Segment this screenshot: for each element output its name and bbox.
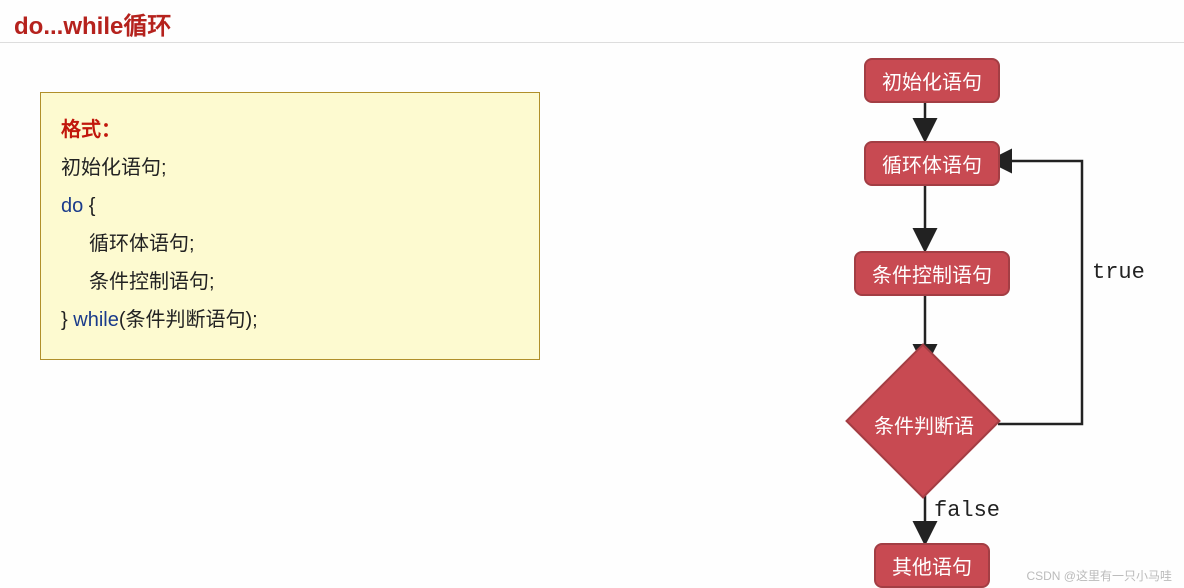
page-title: do...while循环 <box>14 6 171 41</box>
flow-node-other: 其他语句 <box>874 543 990 588</box>
flowchart: 初始化语句 循环体语句 条件控制语句 条件判断语 其他语句 true false <box>760 46 1170 586</box>
brace-open: { <box>83 195 95 217</box>
keyword-do: do <box>61 195 83 217</box>
code-line-init: 初始化语句; <box>61 149 519 187</box>
flow-node-init: 初始化语句 <box>864 58 1000 103</box>
flow-node-cond-ctrl: 条件控制语句 <box>854 251 1010 296</box>
edge-label-false: false <box>934 498 1000 523</box>
code-line-body: 循环体语句; <box>61 225 519 263</box>
edge-label-true: true <box>1092 260 1145 285</box>
flow-node-body: 循环体语句 <box>864 141 1000 186</box>
brace-close: } <box>61 309 73 331</box>
code-format-box: 格式： 初始化语句; do { 循环体语句; 条件控制语句; } while(条… <box>40 92 540 360</box>
divider <box>0 42 1184 43</box>
code-line-while: } while(条件判断语句); <box>61 301 519 339</box>
code-line-do: do { <box>61 187 519 225</box>
code-header: 格式： <box>61 111 519 149</box>
watermark: CSDN @这里有一只小马哇 <box>1026 567 1172 584</box>
keyword-while: while <box>73 309 119 331</box>
code-line-cond-ctrl: 条件控制语句; <box>61 263 519 301</box>
flow-decision-label: 条件判断语 <box>854 410 994 439</box>
while-condition: (条件判断语句); <box>119 309 258 331</box>
